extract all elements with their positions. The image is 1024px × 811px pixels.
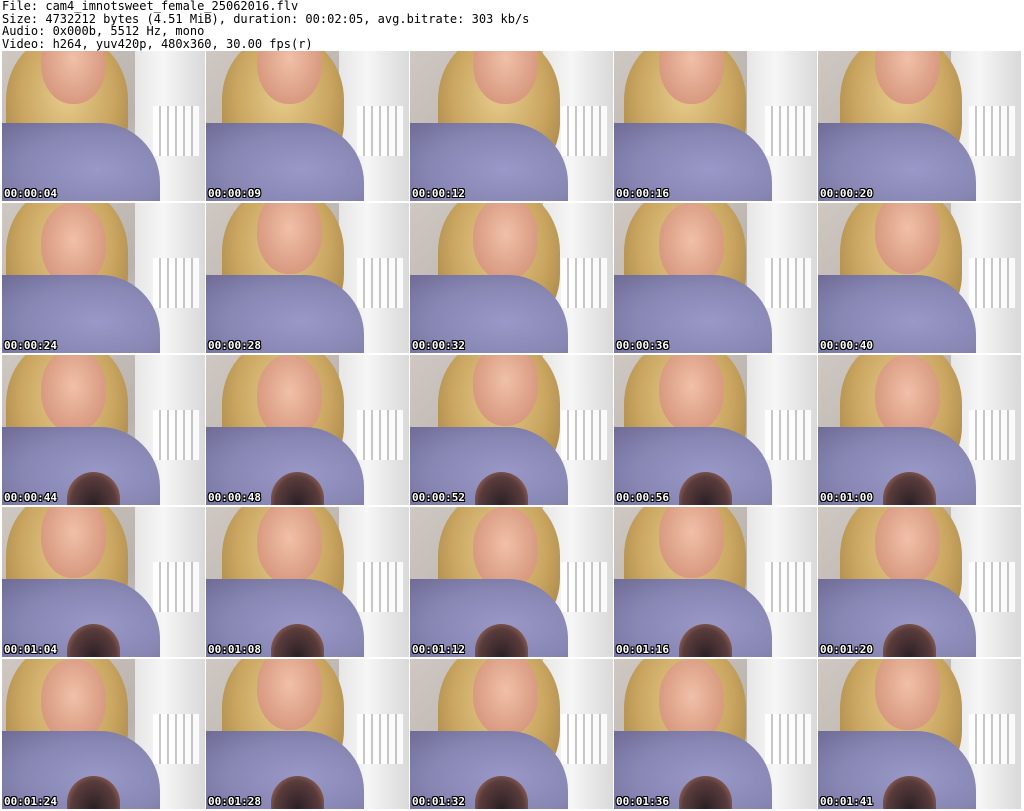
thumbnail-timestamp: 00:00:36 [616,339,669,352]
video-thumbnail: 00:00:04 [2,51,205,201]
video-thumbnail: 00:00:56 [614,355,817,505]
thumbnail-timestamp: 00:00:20 [820,187,873,200]
video-thumbnail: 00:00:20 [818,51,1021,201]
video-thumbnail: 00:01:32 [410,659,613,809]
thumbnail-timestamp: 00:01:36 [616,795,669,808]
video-thumbnail: 00:00:52 [410,355,613,505]
video-thumbnail: 00:01:04 [2,507,205,657]
video-thumbnail: 00:00:32 [410,203,613,353]
video-thumbnail: 00:01:20 [818,507,1021,657]
video-thumbnail: 00:00:16 [614,51,817,201]
video-thumbnail: 00:01:41 [818,659,1021,809]
thumbnail-timestamp: 00:01:00 [820,491,873,504]
thumbnail-timestamp: 00:00:44 [4,491,57,504]
video-info-line: Video: h264, yuv420p, 480x360, 30.00 fps… [2,36,313,51]
video-thumbnail: 00:01:24 [2,659,205,809]
video-thumbnail: 00:01:08 [206,507,409,657]
thumbnail-timestamp: 00:01:41 [820,795,873,808]
thumbnail-timestamp: 00:01:16 [616,643,669,656]
video-thumbnail: 00:01:28 [206,659,409,809]
video-thumbnail: 00:00:44 [2,355,205,505]
thumbnail-timestamp: 00:00:24 [4,339,57,352]
video-thumbnail: 00:01:36 [614,659,817,809]
video-thumbnail: 00:01:16 [614,507,817,657]
video-thumbnail: 00:00:24 [2,203,205,353]
video-thumbnail: 00:00:12 [410,51,613,201]
video-thumbnail: 00:00:28 [206,203,409,353]
thumbnail-grid: 00:00:04 00:00:09 00:00:12 00:00:16 00:00:20… [0,51,1024,811]
file-name-line: File: cam4_imnotsweet_female_25062016.fl… [2,0,299,13]
thumbnail-timestamp: 00:00:52 [412,491,465,504]
thumbnail-timestamp: 00:00:12 [412,187,465,200]
thumbnail-timestamp: 00:00:09 [208,187,261,200]
thumbnail-timestamp: 00:00:40 [820,339,873,352]
video-thumbnail: 00:00:09 [206,51,409,201]
file-info-header: File: cam4_imnotsweet_female_25062016.fl… [2,0,1002,50]
thumbnail-timestamp: 00:01:24 [4,795,57,808]
video-thumbnail: 00:00:40 [818,203,1021,353]
thumbnail-timestamp: 00:00:48 [208,491,261,504]
thumbnail-timestamp: 00:00:04 [4,187,57,200]
thumbnail-timestamp: 00:00:56 [616,491,669,504]
thumbnail-timestamp: 00:01:08 [208,643,261,656]
thumbnail-timestamp: 00:01:04 [4,643,57,656]
thumbnail-timestamp: 00:01:20 [820,643,873,656]
thumbnail-timestamp: 00:00:16 [616,187,669,200]
thumbnail-timestamp: 00:01:28 [208,795,261,808]
thumbnail-timestamp: 00:00:32 [412,339,465,352]
video-thumbnail: 00:01:00 [818,355,1021,505]
thumbnail-timestamp: 00:01:12 [412,643,465,656]
audio-info-line: Audio: 0x000b, 5512 Hz, mono [2,24,205,38]
thumbnail-timestamp: 00:00:28 [208,339,261,352]
video-thumbnail: 00:00:36 [614,203,817,353]
video-thumbnail: 00:00:48 [206,355,409,505]
thumbnail-timestamp: 00:01:32 [412,795,465,808]
video-thumbnail: 00:01:12 [410,507,613,657]
